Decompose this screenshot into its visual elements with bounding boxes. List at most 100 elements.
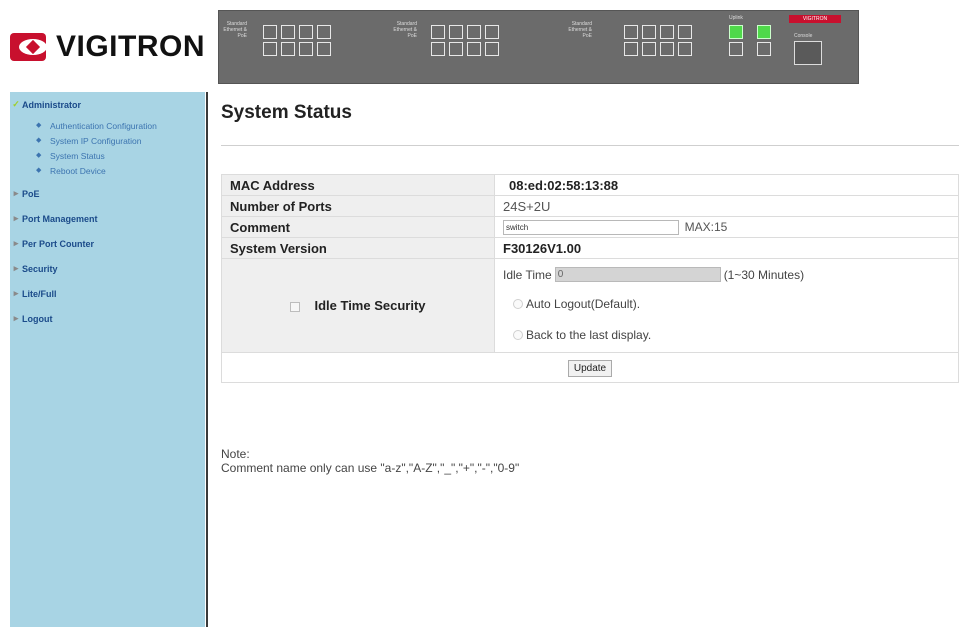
sidebar-item-port-management[interactable]: ▸ Port Management (10, 206, 205, 231)
table-row: System Version F30126V1.00 (221, 237, 959, 259)
switch-front-panel: Standard Ethernet & PoE Standard Etherne… (218, 10, 859, 84)
bullet-icon: ◆ (36, 122, 42, 129)
mac-address-value: 08:ed:02:58:13:88 (494, 174, 959, 196)
system-status-table: MAC Address 08:ed:02:58:13:88 Number of … (221, 174, 959, 383)
comment-label: Comment (221, 216, 495, 238)
note-block: Note: Comment name only can use "a-z","A… (221, 447, 519, 475)
uplink-port-25[interactable] (729, 25, 743, 39)
system-version-value: F30126V1.00 (494, 237, 959, 259)
port-3[interactable] (281, 25, 295, 39)
back-to-last-display-option[interactable]: Back to the last display. (503, 321, 950, 349)
port-group-1 (263, 25, 331, 59)
bullet-icon: ◆ (36, 167, 42, 174)
port-21[interactable] (660, 25, 674, 39)
port-7[interactable] (317, 25, 331, 39)
idle-time-input[interactable] (554, 267, 721, 282)
sidebar-nav: ✓ Administrator ◆ Authentication Configu… (10, 92, 205, 627)
port-24[interactable] (678, 42, 692, 56)
content-divider (206, 92, 208, 627)
chevron-right-icon: ▸ (13, 238, 19, 248)
port-12[interactable] (449, 42, 463, 56)
port-18[interactable] (624, 42, 638, 56)
sidebar-subitem-reboot-device[interactable]: ◆ Reboot Device (10, 166, 205, 176)
idle-time-range: (1~30 Minutes) (723, 267, 805, 282)
idle-time-security-checkbox[interactable] (290, 301, 301, 312)
bullet-icon: ◆ (36, 137, 42, 144)
port-16[interactable] (485, 42, 499, 56)
idle-time-security-cell: Idle Time Security (221, 258, 495, 353)
console-label: Console (794, 33, 813, 39)
sidebar-subitem-system-ip-configuration[interactable]: ◆ System IP Configuration (10, 136, 205, 146)
brand-eye-icon (10, 33, 47, 61)
auto-logout-label: Auto Logout(Default). (526, 296, 641, 311)
port-20[interactable] (642, 42, 656, 56)
panel-brand-chip: VIGITRON (789, 15, 841, 23)
uplink-label: Uplink (729, 15, 743, 21)
number-of-ports-label: Number of Ports (221, 195, 495, 217)
uplink-port-25b[interactable] (729, 42, 743, 56)
sidebar-item-lite-full[interactable]: ▸ Lite/Full (10, 281, 205, 306)
idle-time-security-label: Idle Time Security (314, 298, 426, 313)
port-15[interactable] (485, 25, 499, 39)
brand-name: VIGITRON (55, 30, 205, 63)
sidebar-item-per-port-counter[interactable]: ▸ Per Port Counter (10, 231, 205, 256)
note-text: Comment name only can use "a-z","A-Z","_… (221, 461, 520, 475)
chevron-down-icon: ✓ (12, 99, 20, 109)
port-group-label-2: Standard Ethernet & PoE (393, 21, 417, 39)
port-23[interactable] (678, 25, 692, 39)
port-2[interactable] (263, 42, 277, 56)
port-10[interactable] (431, 42, 445, 56)
sidebar-item-poe[interactable]: ▸ PoE (10, 181, 205, 206)
port-13[interactable] (467, 25, 481, 39)
port-9[interactable] (431, 25, 445, 39)
note-title: Note: (221, 447, 250, 461)
table-row: Idle Time Security Idle Time (1~30 Minut… (221, 258, 959, 353)
system-version-label: System Version (221, 237, 495, 259)
uplink-ports (729, 25, 771, 59)
mac-address-label: MAC Address (221, 174, 495, 196)
chevron-right-icon: ▸ (13, 188, 19, 198)
port-22[interactable] (660, 42, 674, 56)
port-4[interactable] (281, 42, 295, 56)
port-group-label-1: Standard Ethernet & PoE (223, 21, 247, 39)
comment-input[interactable] (503, 220, 679, 236)
port-1[interactable] (263, 25, 277, 39)
auto-logout-radio[interactable] (513, 298, 523, 309)
chevron-right-icon: ▸ (13, 288, 19, 298)
back-to-last-display-radio[interactable] (513, 329, 523, 340)
table-row: MAC Address 08:ed:02:58:13:88 (221, 174, 959, 196)
port-14[interactable] (467, 42, 481, 56)
port-19[interactable] (642, 25, 656, 39)
port-6[interactable] (299, 42, 313, 56)
page-root: VIGITRON Standard Ethernet & PoE Standar… (0, 0, 969, 627)
update-button[interactable]: Update (567, 359, 613, 377)
port-11[interactable] (449, 25, 463, 39)
table-row: Comment MAX:15 (221, 216, 959, 238)
uplink-port-26[interactable] (757, 25, 771, 39)
sidebar-item-security[interactable]: ▸ Security (10, 256, 205, 281)
console-port (794, 41, 822, 65)
uplink-port-26b[interactable] (757, 42, 771, 56)
port-5[interactable] (299, 25, 313, 39)
page-title: System Status (221, 102, 352, 123)
port-8[interactable] (317, 42, 331, 56)
sidebar-item-label: Administrator (22, 99, 82, 110)
comment-max-hint: MAX:15 (684, 219, 728, 234)
sidebar-item-administrator[interactable]: ✓ Administrator (10, 92, 205, 117)
idle-time-options: Idle Time (1~30 Minutes) Auto Logout(Def… (494, 258, 959, 353)
chevron-right-icon: ▸ (13, 313, 19, 323)
port-group-3 (624, 25, 692, 59)
comment-cell: MAX:15 (494, 216, 959, 238)
port-17[interactable] (624, 25, 638, 39)
chevron-right-icon: ▸ (13, 213, 19, 223)
port-group-label-3: Standard Ethernet & PoE (568, 21, 592, 39)
update-row: Update (221, 352, 959, 383)
back-to-last-display-label: Back to the last display. (526, 327, 652, 342)
sidebar-subitem-system-status[interactable]: ◆ System Status (10, 151, 205, 161)
auto-logout-option[interactable]: Auto Logout(Default). (503, 287, 950, 321)
table-row: Number of Ports 24S+2U (221, 195, 959, 217)
sidebar-subitem-authentication-configuration[interactable]: ◆ Authentication Configuration (10, 121, 205, 131)
number-of-ports-value: 24S+2U (494, 195, 959, 217)
title-divider (221, 145, 959, 146)
sidebar-item-logout[interactable]: ▸ Logout (10, 306, 205, 331)
